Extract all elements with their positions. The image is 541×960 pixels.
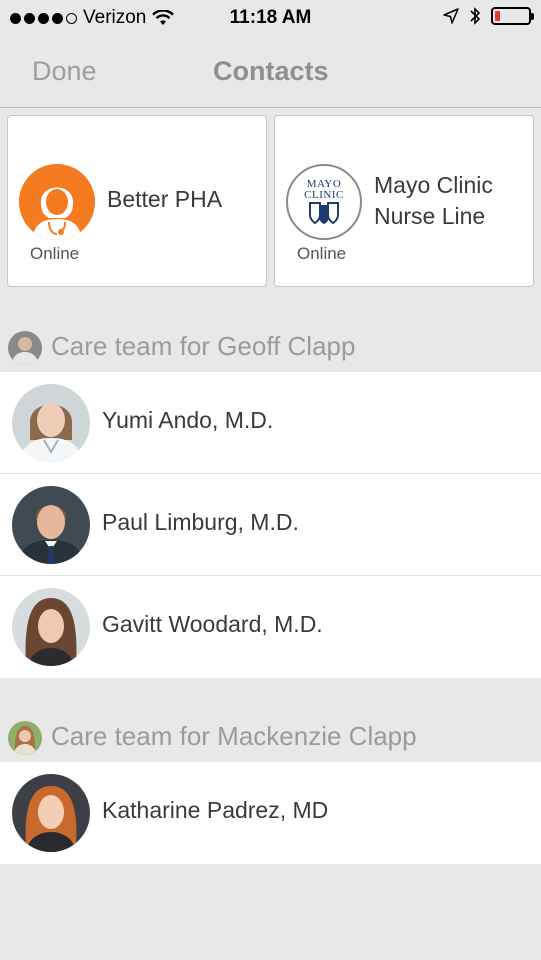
online-status: Online — [297, 244, 347, 263]
status-bar: Verizon 11:18 AM — [0, 0, 541, 36]
avatar — [12, 384, 90, 462]
location-arrow-icon — [443, 8, 459, 24]
battery-icon — [491, 7, 534, 25]
avatar — [8, 331, 42, 365]
care-team-title: Care team for Geoff Clapp — [51, 331, 356, 361]
service-cards: Better PHA Online MAYO CLINIC Mayo Clini… — [7, 115, 534, 287]
service-name-line2: Nurse Line — [374, 203, 486, 229]
battery-level — [495, 11, 500, 21]
contact-row[interactable]: Paul Limburg, M.D. — [0, 474, 541, 576]
contact-name: Yumi Ando, M.D. — [102, 407, 274, 433]
page-title: Contacts — [213, 56, 329, 86]
status-right — [443, 6, 534, 26]
better-pha-card[interactable]: Better PHA Online — [7, 115, 267, 287]
contact-row[interactable]: Gavitt Woodard, M.D. — [0, 576, 541, 678]
done-button[interactable]: Done — [32, 56, 97, 87]
contact-row[interactable]: Yumi Ando, M.D. — [0, 372, 541, 474]
care-team-list: Yumi Ando, M.D. Paul Limburg, M.D. Gavit… — [0, 372, 541, 678]
care-team-title: Care team for Mackenzie Clapp — [51, 721, 417, 751]
bluetooth-icon — [470, 7, 481, 25]
contact-name: Gavitt Woodard, M.D. — [102, 611, 323, 637]
shield-icon — [309, 202, 339, 225]
service-name: Better PHA — [107, 186, 223, 212]
online-status: Online — [30, 244, 80, 263]
contact-name: Katharine Padrez, MD — [102, 797, 329, 823]
avatar — [8, 721, 42, 755]
service-name-line1: Mayo Clinic — [374, 172, 493, 198]
care-team-header: Care team for Geoff Clapp — [0, 325, 541, 369]
avatar — [12, 486, 90, 564]
mayo-nurse-line-card[interactable]: MAYO CLINIC Mayo Clinic Nurse Line Onlin… — [274, 115, 534, 287]
logo-text-line2: CLINIC — [304, 189, 344, 201]
mayo-clinic-logo: MAYO CLINIC — [286, 164, 362, 240]
nurse-avatar-icon — [19, 164, 95, 240]
avatar — [12, 774, 90, 852]
navigation-bar: Done Contacts — [0, 36, 541, 108]
contact-row[interactable]: Katharine Padrez, MD — [0, 762, 541, 864]
contact-name: Paul Limburg, M.D. — [102, 509, 299, 535]
care-team-list: Katharine Padrez, MD — [0, 762, 541, 864]
care-team-header: Care team for Mackenzie Clapp — [0, 715, 541, 759]
avatar — [12, 588, 90, 666]
